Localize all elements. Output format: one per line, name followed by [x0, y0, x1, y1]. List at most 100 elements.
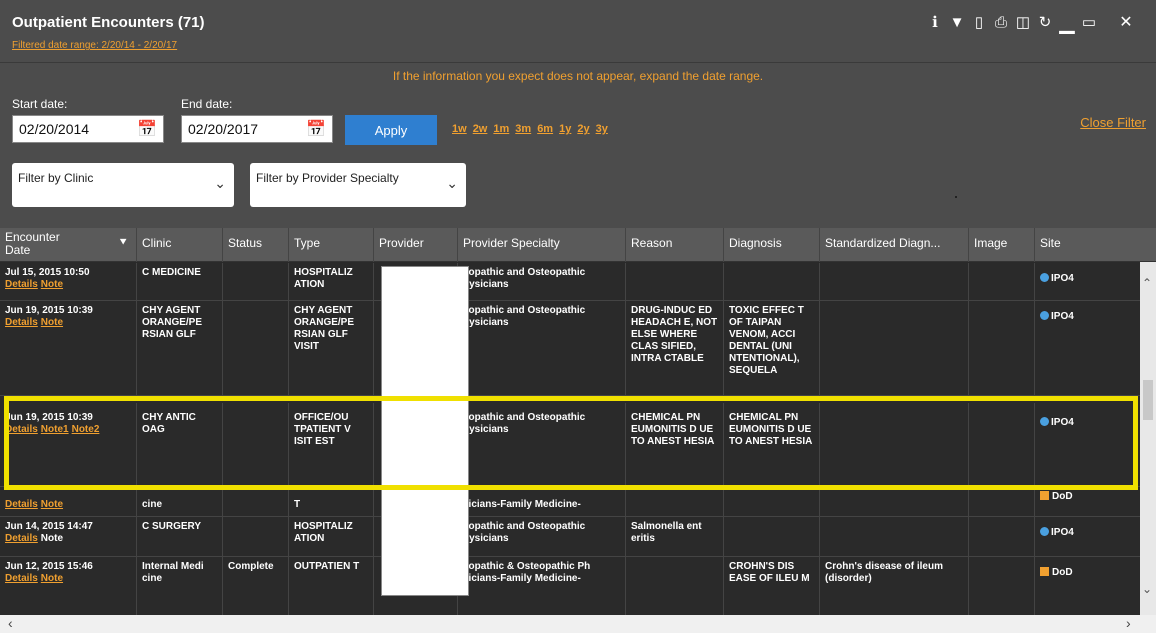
cell-site: IPO4 — [1035, 301, 1140, 395]
scroll-right-icon[interactable]: › — [1126, 615, 1131, 631]
cell-diagnosis: CROHN'S DIS EASE OF ILEU M — [724, 557, 820, 615]
filter-icon[interactable]: ▼ — [946, 11, 968, 33]
cell-specialty: llopathic and Osteopathic hysicians — [458, 263, 626, 300]
calendar-icon[interactable]: 📅 — [306, 119, 326, 139]
col-site[interactable]: Site — [1035, 228, 1156, 262]
row-highlight-box — [4, 396, 1138, 490]
col-provider-specialty[interactable]: Provider Specialty — [458, 228, 626, 262]
col-provider[interactable]: Provider — [374, 228, 458, 262]
col-clinic[interactable]: Clinic — [137, 228, 223, 262]
cell-status — [223, 301, 289, 395]
col-standardized-diagnosis[interactable]: Standardized Diagn... — [820, 228, 969, 262]
range-2y[interactable]: 2y — [577, 123, 589, 135]
scroll-down-icon[interactable]: ⌄ — [1142, 582, 1152, 596]
scroll-up-icon[interactable]: ⌃ — [1142, 276, 1152, 290]
encounter-date: Jun 12, 2015 15:46 — [5, 561, 93, 572]
window-titlebar: Outpatient Encounters (71) Filtered date… — [0, 0, 1156, 62]
note-link[interactable]: Note — [41, 533, 63, 544]
print-icon[interactable]: ⎙ — [990, 11, 1012, 33]
cell-status: Complete — [223, 557, 289, 615]
note-link[interactable]: Note — [41, 499, 63, 510]
cell-image — [969, 557, 1035, 615]
start-date-value: 02/20/2014 — [19, 121, 90, 137]
end-date-label: End date: — [181, 97, 233, 111]
cell-reason — [626, 557, 724, 615]
table-row[interactable]: Jun 14, 2015 14:47 Details Note C SURGERY… — [0, 517, 1140, 557]
range-3m[interactable]: 3m — [515, 123, 531, 135]
cell-type: OUTPATIEN T — [289, 557, 374, 615]
details-link[interactable]: Details — [5, 279, 38, 290]
grid-header: Encounter Date ⯆ Clinic Status Type Prov… — [0, 228, 1156, 262]
minimize-icon[interactable]: ▁ — [1056, 11, 1078, 34]
columns-icon[interactable]: ◫ — [1012, 11, 1034, 33]
specialty-filter-label: Filter by Provider Specialty — [256, 171, 399, 185]
clipboard-icon[interactable]: ▯ — [968, 11, 990, 33]
details-link[interactable]: Details — [5, 499, 38, 510]
range-1y[interactable]: 1y — [559, 123, 571, 135]
range-6m[interactable]: 6m — [537, 123, 553, 135]
table-row[interactable]: Details Note cine T sicians-Family Medici… — [0, 487, 1140, 517]
close-filter-link[interactable]: Close Filter — [1080, 115, 1146, 130]
table-row[interactable]: Jun 12, 2015 15:46 Details Note Internal … — [0, 557, 1140, 615]
sort-desc-icon[interactable]: ⯆ — [118, 236, 128, 249]
cell-reason: Salmonella ent eritis — [626, 517, 724, 556]
details-link[interactable]: Details — [5, 573, 38, 584]
table-row[interactable]: Jun 19, 2015 10:39 Details Note CHY AGENT… — [0, 301, 1140, 396]
horizontal-scrollbar[interactable]: ‹ › — [0, 615, 1156, 633]
scroll-thumb[interactable] — [1143, 380, 1153, 420]
cell-site: DoD — [1035, 487, 1140, 516]
col-diagnosis[interactable]: Diagnosis — [724, 228, 820, 262]
stray-dot — [955, 196, 957, 198]
cell-status — [223, 263, 289, 300]
cell-specialty: llopathic and Osteopathic hysicians — [458, 301, 626, 395]
note-link[interactable]: Note — [41, 279, 63, 290]
cell-status — [223, 487, 289, 516]
site-label: IPO4 — [1051, 527, 1074, 538]
apply-button[interactable]: Apply — [345, 115, 437, 145]
range-2w[interactable]: 2w — [473, 123, 488, 135]
note-link[interactable]: Note — [41, 573, 63, 584]
note-link[interactable]: Note — [41, 317, 63, 328]
range-3y[interactable]: 3y — [596, 123, 608, 135]
cell-clinic: Internal Medi cine — [137, 557, 223, 615]
filter-panel: If the information you expect does not a… — [0, 62, 1156, 228]
site-label: IPO4 — [1051, 273, 1074, 284]
cell-image — [969, 487, 1035, 516]
cell-standardized — [820, 301, 969, 395]
info-icon[interactable]: ℹ — [924, 11, 946, 33]
details-link[interactable]: Details — [5, 533, 38, 544]
cell-diagnosis: TOXIC EFFEC T OF TAIPAN VENOM, ACCI DENT… — [724, 301, 820, 395]
cell-specialty: llopathic & Osteopathic Ph sicians-Famil… — [458, 557, 626, 615]
encounter-date: Jul 15, 2015 10:50 — [5, 267, 90, 278]
specialty-filter-select[interactable]: Filter by Provider Specialty ⌄ — [250, 163, 466, 207]
start-date-input[interactable]: 02/20/2014 📅 — [12, 115, 164, 143]
cell-standardized — [820, 517, 969, 556]
col-reason[interactable]: Reason — [626, 228, 724, 262]
encounter-date: Jun 14, 2015 14:47 — [5, 521, 93, 532]
cell-image — [969, 517, 1035, 556]
table-row[interactable]: Jul 15, 2015 10:50 Details Note C MEDICIN… — [0, 263, 1140, 301]
clinic-filter-select[interactable]: Filter by Clinic ⌄ — [12, 163, 234, 207]
calendar-icon[interactable]: 📅 — [137, 119, 157, 139]
col-encounter-date[interactable]: Encounter Date ⯆ — [0, 228, 137, 262]
vertical-scrollbar[interactable]: ⌃ ⌄ — [1140, 262, 1156, 615]
end-date-input[interactable]: 02/20/2017 📅 — [181, 115, 333, 143]
filtered-range-link[interactable]: Filtered date range: 2/20/14 - 2/20/17 — [12, 40, 177, 51]
date-range-hint: If the information you expect does not a… — [392, 69, 764, 83]
range-1w[interactable]: 1w — [452, 123, 467, 135]
cell-date: Details Note — [0, 487, 137, 516]
scroll-left-icon[interactable]: ‹ — [8, 615, 13, 631]
close-icon[interactable]: ✕ — [1106, 6, 1146, 38]
page-title: Outpatient Encounters (71) — [12, 14, 205, 31]
range-1m[interactable]: 1m — [493, 123, 509, 135]
details-link[interactable]: Details — [5, 317, 38, 328]
cell-type: CHY AGENT ORANGE/PE RSIAN GLF VISIT — [289, 301, 374, 395]
refresh-icon[interactable]: ↻ — [1034, 11, 1056, 33]
col-type[interactable]: Type — [289, 228, 374, 262]
col-image[interactable]: Image — [969, 228, 1035, 262]
col-status[interactable]: Status — [223, 228, 289, 262]
cell-date: Jun 12, 2015 15:46 Details Note — [0, 557, 137, 615]
col-encounter-date-label: Encounter Date — [5, 230, 60, 257]
maximize-icon[interactable]: ▭ — [1078, 11, 1100, 33]
encounter-date: Jun 19, 2015 10:39 — [5, 305, 93, 316]
